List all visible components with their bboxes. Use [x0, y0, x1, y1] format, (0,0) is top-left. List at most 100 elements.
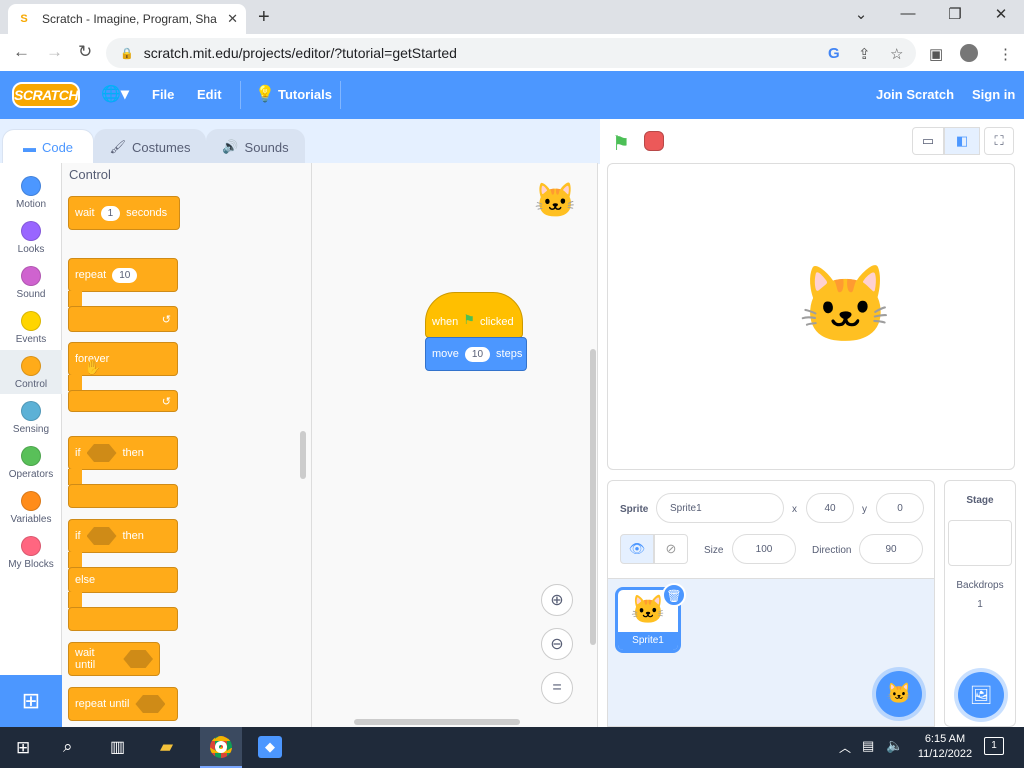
clock[interactable]: 6:15 AM 11/12/2022: [910, 732, 980, 762]
show-sprite-eye-icon[interactable]: 👁: [620, 534, 654, 564]
sprite-thumbnail-label: Sprite1: [618, 632, 678, 650]
address-bar[interactable]: 🔒 scratch.mit.edu/projects/editor/?tutor…: [106, 38, 916, 68]
x-input[interactable]: 40: [806, 493, 854, 523]
delete-sprite-trash-icon[interactable]: 🗑: [662, 583, 686, 607]
tab-sounds[interactable]: 🔊 Sounds: [206, 129, 305, 165]
script-area[interactable]: 🐱 when ⚑ clicked move 10 steps ⊕ ⊖ =: [312, 163, 598, 727]
maximize-button[interactable]: ❐: [932, 5, 978, 23]
forward-icon[interactable]: →: [46, 42, 63, 62]
stage-selector-panel[interactable]: Stage Backdrops 1 🖼: [944, 480, 1016, 727]
notification-center-icon[interactable]: 1: [984, 737, 1004, 755]
join-scratch-link[interactable]: Join Scratch: [876, 87, 954, 102]
large-stage-button[interactable]: ◧: [944, 127, 980, 155]
vertical-scrollbar[interactable]: [590, 349, 596, 645]
condition-slot[interactable]: [135, 695, 166, 713]
sign-in-link[interactable]: Sign in: [972, 87, 1015, 102]
palette-scrollbar[interactable]: [300, 431, 306, 479]
forever-block-foot: ↺: [68, 390, 178, 412]
network-icon[interactable]: ▤: [862, 738, 874, 754]
share-icon[interactable]: ⇪: [858, 45, 871, 63]
stage-thumbnail[interactable]: [948, 520, 1012, 566]
condition-slot[interactable]: [86, 444, 117, 462]
lightbulb-icon: 💡: [255, 86, 275, 103]
wait-block[interactable]: wait 1 seconds: [68, 196, 180, 230]
if-else-block[interactable]: if then: [68, 519, 178, 553]
zoom-out-button[interactable]: ⊖: [541, 628, 573, 660]
category-operators[interactable]: Operators: [0, 440, 62, 484]
green-flag-button[interactable]: ⚑: [612, 131, 630, 156]
hide-sprite-eye-icon[interactable]: ⊘: [654, 534, 688, 564]
reload-icon[interactable]: ↻: [78, 42, 92, 62]
add-extension-button[interactable]: ⊞: [0, 675, 62, 727]
choose-sprite-button[interactable]: 🐱: [876, 671, 922, 717]
cat-sprite-icon[interactable]: 🐱: [798, 268, 893, 344]
tab-search-icon[interactable]: ⌄: [838, 5, 884, 23]
task-view-icon[interactable]: ▥: [110, 737, 125, 757]
repeat-count-input[interactable]: 10: [112, 267, 138, 283]
edit-menu[interactable]: Edit: [197, 87, 222, 102]
minimize-button[interactable]: —: [885, 5, 931, 22]
google-icon[interactable]: G: [828, 45, 840, 62]
repeat-block[interactable]: repeat 10: [68, 258, 178, 292]
small-stage-button[interactable]: ▭: [912, 127, 944, 155]
when-flag-clicked-block[interactable]: when ⚑ clicked: [425, 292, 523, 338]
close-tab-icon[interactable]: ✕: [227, 11, 238, 27]
repeat-block-foot: ↺: [68, 306, 178, 332]
scratch-logo[interactable]: SCRATCH: [12, 82, 80, 108]
horizontal-scrollbar[interactable]: [354, 719, 520, 725]
windows-start-icon[interactable]: ⊞: [16, 738, 30, 758]
profile-avatar-icon[interactable]: [960, 44, 978, 62]
menu-kebab-icon[interactable]: ⋮: [998, 45, 1013, 63]
if-then-block[interactable]: if then: [68, 436, 178, 470]
category-variables[interactable]: Variables: [0, 485, 62, 529]
category-color-dot: [21, 356, 41, 376]
globe-language-icon[interactable]: 🌐▾: [101, 84, 129, 104]
move-steps-block[interactable]: move 10 steps: [425, 337, 527, 371]
scratch-app-icon[interactable]: ◆: [258, 736, 282, 758]
category-color-dot: [21, 176, 41, 196]
clock-time: 6:15 AM: [924, 733, 966, 745]
category-control[interactable]: Control: [0, 350, 62, 394]
show-hidden-icons-chevron-icon[interactable]: ︿: [839, 739, 851, 756]
choose-backdrop-button[interactable]: 🖼: [958, 672, 1004, 718]
move-steps-input[interactable]: 10: [464, 346, 491, 362]
category-motion[interactable]: Motion: [0, 170, 62, 214]
browser-tab[interactable]: S Scratch - Imagine, Program, Sha ✕: [8, 4, 246, 34]
tab-costumes[interactable]: 🖌 Costumes: [94, 129, 206, 165]
y-input[interactable]: 0: [876, 493, 924, 523]
tab-code[interactable]: ▬ Code: [2, 129, 94, 165]
c-block-arm: [68, 469, 82, 485]
tutorials-menu[interactable]: Tutorials: [278, 87, 332, 102]
windows-taskbar: ⊞ ⌕ ▥ ▰ ◆ ︿ ▤ 🔈 6:15 AM 11/12/2022 1: [0, 727, 1024, 768]
file-explorer-icon[interactable]: ▰: [160, 737, 173, 757]
search-icon[interactable]: ⌕: [63, 737, 73, 757]
condition-slot[interactable]: [123, 650, 153, 668]
category-looks[interactable]: Looks: [0, 215, 62, 259]
new-tab-button[interactable]: +: [258, 6, 270, 29]
category-sensing[interactable]: Sensing: [0, 395, 62, 439]
size-input[interactable]: 100: [732, 534, 796, 564]
tab-title: Scratch - Imagine, Program, Sha: [42, 12, 217, 26]
category-events[interactable]: Events: [0, 305, 62, 349]
sprite-name-input[interactable]: Sprite1: [656, 493, 784, 523]
zoom-in-button[interactable]: ⊕: [541, 584, 573, 616]
category-my-blocks[interactable]: My Blocks: [0, 530, 62, 574]
condition-slot[interactable]: [86, 527, 117, 545]
category-sound[interactable]: Sound: [0, 260, 62, 304]
stage-canvas[interactable]: 🐱: [607, 163, 1015, 470]
direction-input[interactable]: 90: [859, 534, 923, 564]
chrome-taskbar-button[interactable]: [200, 727, 242, 768]
brush-icon: 🖌: [109, 139, 126, 154]
close-window-button[interactable]: ✕: [978, 5, 1024, 23]
wait-until-block[interactable]: wait until: [68, 642, 160, 676]
back-icon[interactable]: ←: [13, 42, 30, 62]
stop-button[interactable]: [644, 131, 664, 151]
bookmark-star-icon[interactable]: ☆: [890, 45, 903, 63]
repeat-until-block[interactable]: repeat until: [68, 687, 178, 721]
volume-icon[interactable]: 🔈: [886, 737, 903, 754]
zoom-reset-button[interactable]: =: [541, 672, 573, 704]
wait-seconds-input[interactable]: 1: [100, 205, 121, 221]
side-panel-icon[interactable]: ▣: [929, 45, 943, 63]
file-menu[interactable]: File: [152, 87, 174, 102]
fullscreen-icon[interactable]: ⛶: [984, 127, 1014, 155]
